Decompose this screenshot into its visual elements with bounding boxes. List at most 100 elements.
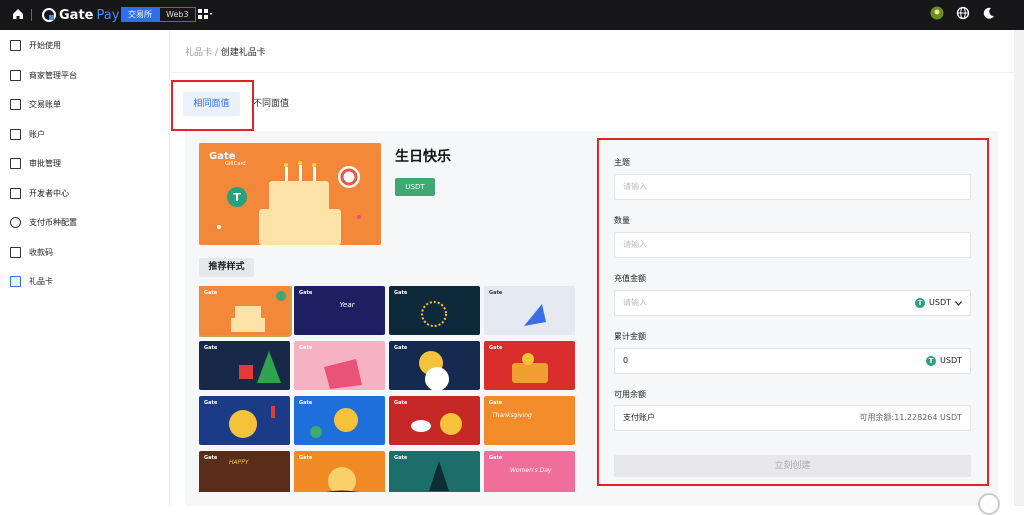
page-scrollbar[interactable] xyxy=(1014,30,1024,506)
thumb-logo: Gate xyxy=(299,290,313,296)
globe-icon[interactable] xyxy=(956,6,970,20)
christmas-tree-icon xyxy=(239,351,281,383)
style-thumbnail[interactable]: Gate xyxy=(484,286,575,335)
style-thumbnail[interactable]: Gate Thanksgiving xyxy=(484,396,575,445)
help-float-icon[interactable] xyxy=(978,493,1000,515)
style-thumbnail[interactable]: Gate xyxy=(484,341,575,390)
subject-label: 主题 xyxy=(614,158,630,167)
sidebar-item-label: 支付币种配置 xyxy=(29,218,77,228)
subject-input[interactable]: 请输入 xyxy=(614,174,971,200)
code-icon xyxy=(10,187,21,199)
thumb-logo: Gate xyxy=(204,455,218,461)
style-thumbnail[interactable]: Gate xyxy=(389,451,480,492)
breadcrumb-current: 创建礼品卡 xyxy=(220,48,266,58)
gift-card-title: 生日快乐 xyxy=(395,149,451,165)
home-icon[interactable] xyxy=(11,7,25,21)
currency-select[interactable]: T USDT xyxy=(915,291,962,315)
quantity-input[interactable]: 请输入 xyxy=(614,232,971,258)
style-thumbnail[interactable]: Gate Women's Day xyxy=(484,451,575,492)
quantity-label: 数量 xyxy=(614,216,630,225)
style-thumbnail[interactable]: Gate Year xyxy=(294,286,385,335)
santa-coin-icon xyxy=(419,351,449,390)
tab-web3[interactable]: Web3 xyxy=(159,7,196,22)
getting-started-icon xyxy=(10,40,21,52)
style-thumbnail[interactable]: Gate xyxy=(389,396,480,445)
gate-logo-icon xyxy=(42,8,56,22)
payment-account-field: 支付账户 可用余额:11.228264 USDT xyxy=(614,405,971,431)
style-thumbnail[interactable]: Gate xyxy=(199,341,290,390)
style-thumbnail[interactable]: Gate xyxy=(294,341,385,390)
sidebar-item-developer[interactable]: 开发者中心 xyxy=(0,179,169,209)
amount-label: 充值金额 xyxy=(614,274,646,283)
moon-icon[interactable] xyxy=(982,6,996,20)
qrcode-icon xyxy=(10,246,21,258)
style-thumbnail[interactable]: Gate xyxy=(389,341,480,390)
avatar[interactable] xyxy=(930,6,944,20)
sidebar-item-qrcode[interactable]: 收款码 xyxy=(0,238,169,268)
total-value: 0 xyxy=(623,356,629,365)
topbar-right-actions xyxy=(930,6,996,20)
castle-icon xyxy=(429,461,449,491)
rabbit-icon xyxy=(411,413,462,435)
style-thumbnail-grid: Gate Gate Year Gate Gate Gate Gate Gate G… xyxy=(199,286,575,492)
birthday-cake-illustration: T xyxy=(217,161,361,245)
account-icon xyxy=(10,128,21,140)
total-amount-field: 0 T USDT xyxy=(614,348,971,374)
style-thumbnail[interactable]: Gate xyxy=(294,396,385,445)
sidebar-item-label: 交易账单 xyxy=(29,100,61,110)
thumb-text: Women's Day xyxy=(510,467,552,474)
breadcrumb-parent[interactable]: 礼品卡 xyxy=(185,48,212,58)
create-now-button[interactable]: 立刻创建 xyxy=(614,455,971,477)
tether-icon: T xyxy=(915,298,926,308)
breadcrumb: 礼品卡 / 创建礼品卡 xyxy=(185,45,266,58)
sidebar-item-merchant-platform[interactable]: 商家管理平台 xyxy=(0,61,169,91)
sidebar-item-account[interactable]: 账户 xyxy=(0,120,169,150)
sidebar-item-approval[interactable]: 审批管理 xyxy=(0,149,169,179)
gift-box-icon xyxy=(324,359,362,389)
payment-account-label: 支付账户 xyxy=(623,413,655,422)
sidebar-item-currency-config[interactable]: 支付币种配置 xyxy=(0,208,169,238)
currency-icon xyxy=(10,217,21,229)
svg-text:T: T xyxy=(233,191,241,204)
apps-grid-icon[interactable] xyxy=(197,8,213,22)
chevron-down-icon xyxy=(955,300,962,306)
sidebar-item-transactions[interactable]: 交易账单 xyxy=(0,90,169,120)
gate-pay-logo[interactable]: Gate Pay xyxy=(42,6,119,24)
divider xyxy=(31,9,32,21)
style-thumbnail[interactable]: Gate xyxy=(199,396,290,445)
breadcrumb-separator: / xyxy=(212,48,221,58)
amount-input[interactable]: 请输入 T USDT xyxy=(614,290,971,316)
tab-exchange[interactable]: 交易所 xyxy=(121,7,159,22)
sidebar-item-label: 开始使用 xyxy=(29,41,61,51)
sidebar-item-label: 开发者中心 xyxy=(29,188,69,198)
gift-card-icon xyxy=(10,276,21,288)
style-thumbnail[interactable]: Gate xyxy=(294,451,385,492)
approval-icon xyxy=(10,158,21,170)
total-label: 累计金额 xyxy=(614,332,646,341)
moon-coin-icon xyxy=(229,406,275,438)
currency-badge: USDT xyxy=(395,178,435,196)
bitcoin-icon xyxy=(310,408,358,438)
sidebar-item-getting-started[interactable]: 开始使用 xyxy=(0,31,169,61)
available-balance: 可用余额:11.228264 USDT xyxy=(859,413,962,422)
store-icon xyxy=(10,69,21,81)
divider xyxy=(171,72,1014,73)
sidebar-item-label: 礼品卡 xyxy=(29,277,53,287)
tab-different-value[interactable]: 不同面值 xyxy=(253,92,289,116)
style-thumbnail[interactable]: Gate xyxy=(389,286,480,335)
currency-select-value: USDT xyxy=(929,298,951,307)
sidebar-item-label: 审批管理 xyxy=(29,159,61,169)
style-thumbnail[interactable]: Gate HAPPY xyxy=(199,451,290,492)
bill-icon xyxy=(10,99,21,111)
fireworks-icon xyxy=(421,301,447,327)
logo-pay-text: Pay xyxy=(96,7,120,23)
halloween-moon-icon xyxy=(326,467,359,492)
style-thumbnail[interactable]: Gate xyxy=(199,286,292,337)
cake-icon xyxy=(231,291,286,332)
thumb-logo: Gate xyxy=(489,455,503,461)
total-currency: T USDT xyxy=(926,349,962,373)
highlight-box xyxy=(171,80,254,131)
thumb-text: Thanksgiving xyxy=(492,412,532,419)
sidebar: 开始使用 商家管理平台 交易账单 账户 审批管理 开发者中心 支付币种配置 收款… xyxy=(0,30,170,506)
sidebar-item-gift-card[interactable]: 礼品卡 xyxy=(0,267,169,297)
